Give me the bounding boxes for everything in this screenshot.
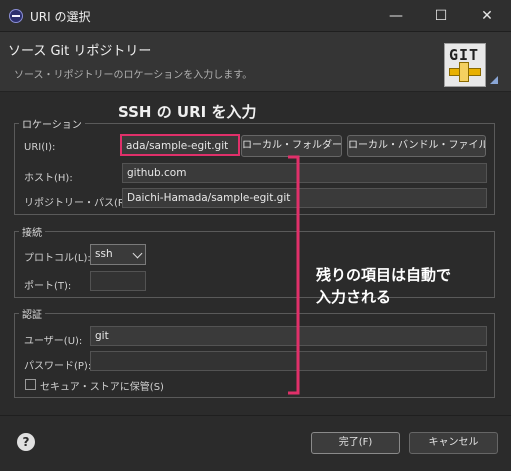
window-title: URI の選択: [30, 10, 91, 24]
location-legend: ロケーション: [22, 120, 82, 131]
maximize-button[interactable]: ☐: [426, 5, 456, 27]
password-label: パスワード(P):: [24, 361, 92, 372]
auth-legend: 認証: [22, 310, 42, 321]
protocol-label: プロトコル(L):: [24, 253, 91, 264]
wizard-title: ソース Git リポジトリー: [8, 44, 152, 59]
header-corner-icon: [490, 76, 498, 84]
annotation-auto-filled-line1: 残りの項目は自動で: [316, 266, 452, 284]
eclipse-icon: [9, 9, 23, 23]
annotation-auto-filled-line2: 入力される: [316, 288, 392, 306]
help-icon[interactable]: ?: [17, 433, 35, 451]
chevron-down-icon: [132, 248, 143, 259]
annotation-ssh-uri: SSH の URI を入力: [118, 103, 257, 121]
annotation-auto-filled: 残りの項目は自動で 入力される: [316, 264, 496, 308]
wizard-description: ソース・リポジトリーのロケーションを入力します。: [14, 70, 253, 81]
user-label: ユーザー(U):: [24, 336, 83, 347]
uri-input[interactable]: ada/sample-egit.git: [120, 134, 240, 156]
secure-store-label[interactable]: セキュア・ストアに保管(S): [40, 378, 164, 393]
annotation-bracket: [288, 155, 300, 395]
finish-button[interactable]: 完了(F): [311, 432, 400, 454]
secure-store-checkbox[interactable]: [25, 379, 36, 390]
close-button[interactable]: ✕: [472, 5, 502, 27]
cancel-button[interactable]: キャンセル: [409, 432, 498, 454]
host-label: ホスト(H):: [24, 173, 73, 184]
repo-path-label: リポジトリー・パス(R):: [24, 198, 133, 209]
protocol-select[interactable]: ssh: [90, 244, 146, 265]
local-bundle-file-button[interactable]: ローカル・バンドル・ファイル...: [347, 135, 486, 157]
connection-legend: 接続: [22, 228, 42, 239]
uri-label: URI(I):: [24, 142, 56, 153]
protocol-selected-value: ssh: [95, 248, 113, 260]
port-label: ポート(T):: [24, 281, 72, 292]
port-input[interactable]: [90, 271, 146, 291]
footer-separator: [0, 415, 511, 416]
minimize-button[interactable]: —: [381, 5, 411, 27]
git-logo-icon: GIT: [444, 43, 486, 87]
